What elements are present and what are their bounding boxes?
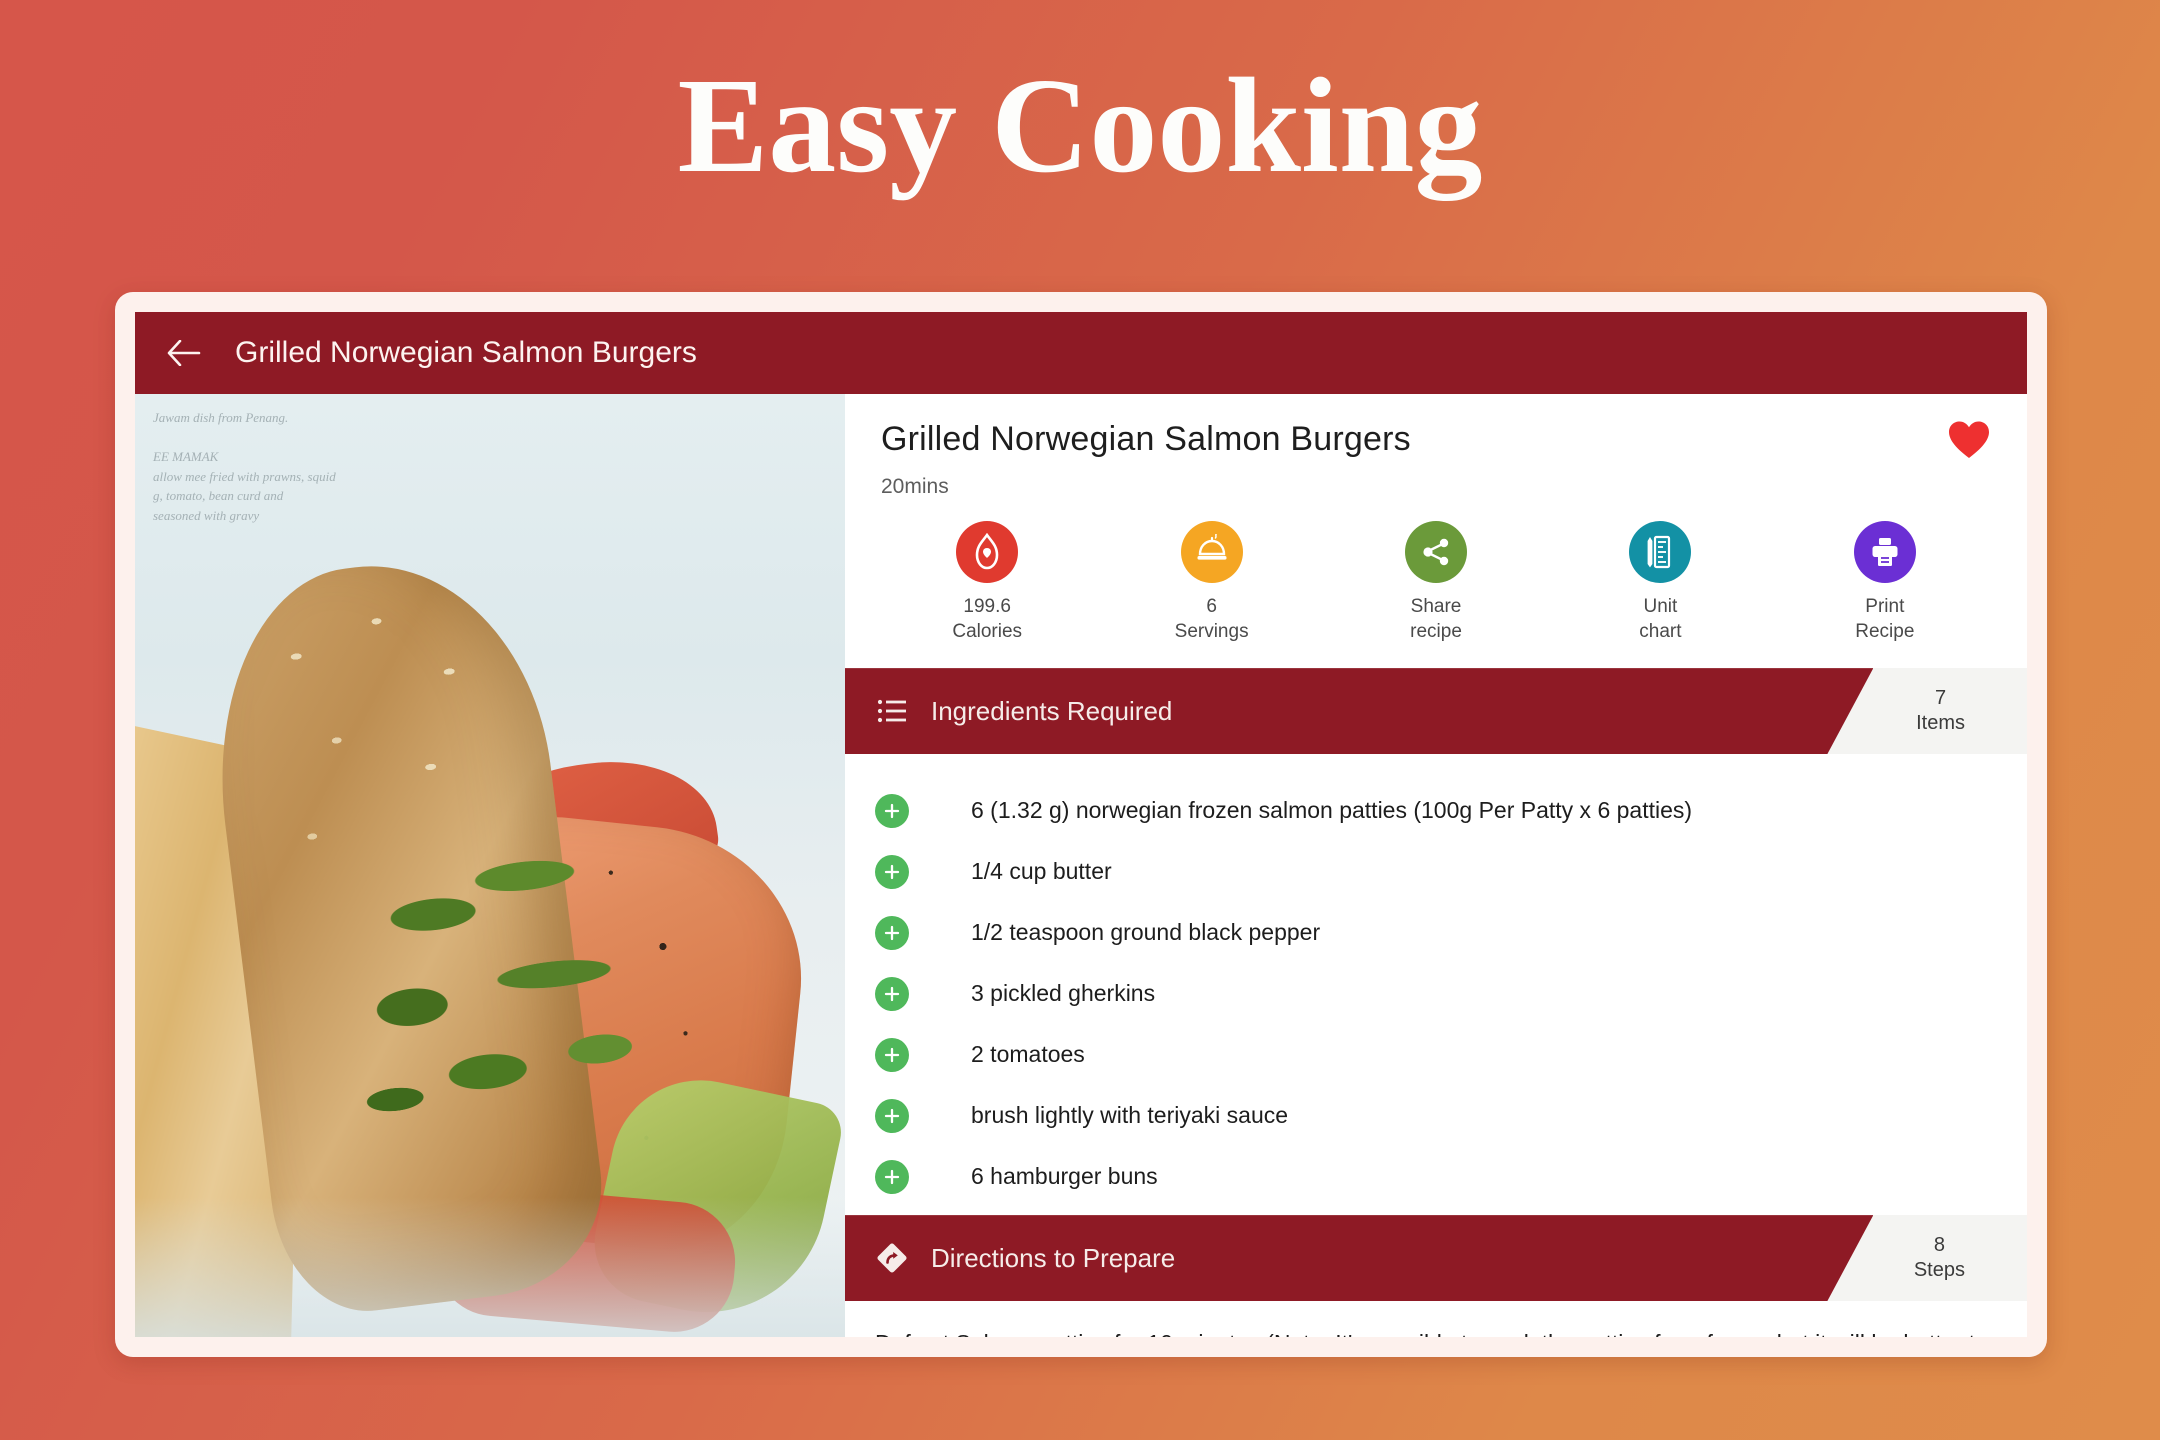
recipe-actions-row: 199.6 Calories 6 Servings Share recipe U… xyxy=(845,499,2027,669)
stat-unit-chart[interactable]: Unit chart xyxy=(1548,521,1772,644)
add-ingredient-button[interactable] xyxy=(875,1098,909,1133)
add-ingredient-button[interactable] xyxy=(875,854,909,889)
content-split: Jawam dish from Penang. EE MAMAK allow m… xyxy=(135,394,2027,1337)
add-ingredient-button[interactable] xyxy=(875,915,909,950)
stat-value: 6 xyxy=(1206,596,1217,617)
recipe-time: 20mins xyxy=(881,475,949,498)
ingredient-text: 1/4 cup butter xyxy=(971,858,1112,885)
heart-icon[interactable] xyxy=(1947,420,1991,464)
stat-label: recipe xyxy=(1410,621,1462,643)
recipe-detail-pane: Grilled Norwegian Salmon Burgers 20mins xyxy=(845,394,2027,1337)
plate-shadow xyxy=(135,1197,845,1337)
recipe-photo: Jawam dish from Penang. EE MAMAK allow m… xyxy=(135,394,845,1337)
arrow-left-icon[interactable] xyxy=(161,330,207,376)
ingredient-text: 6 (1.32 g) norwegian frozen salmon patti… xyxy=(971,797,1693,824)
ingredient-row: 1/4 cup butter xyxy=(875,841,1997,902)
add-ingredient-button[interactable] xyxy=(875,793,909,828)
ingredient-row: 2 tomatoes xyxy=(875,1024,1997,1085)
stat-value: 199.6 xyxy=(963,596,1011,617)
ingredients-count-label: Items xyxy=(1916,712,1965,735)
stat-label: chart xyxy=(1639,621,1682,643)
app-card: Grilled Norwegian Salmon Burgers Jawam d… xyxy=(115,292,2047,1357)
arugula-shape xyxy=(312,815,728,1213)
page-title: Easy Cooking xyxy=(677,51,1483,201)
ingredient-text: brush lightly with teriyaki sauce xyxy=(971,1102,1289,1129)
ingredients-count-number: 7 xyxy=(1934,687,1947,710)
calories-flame-icon xyxy=(956,521,1019,583)
ingredients-count: 7 Items xyxy=(1916,668,1965,754)
app-viewport: Grilled Norwegian Salmon Burgers Jawam d… xyxy=(135,312,2027,1337)
recipe-header: Grilled Norwegian Salmon Burgers 20mins xyxy=(845,394,2027,499)
stat-servings[interactable]: 6 Servings xyxy=(1099,521,1323,644)
ingredients-section-header: Ingredients Required 7 Items xyxy=(845,668,2027,755)
add-ingredient-button[interactable] xyxy=(875,1159,909,1194)
recipe-title: Grilled Norwegian Salmon Burgers xyxy=(881,420,1411,458)
stat-label: Servings xyxy=(1174,621,1249,643)
ingredients-list: 6 (1.32 g) norwegian frozen salmon patti… xyxy=(845,754,2027,1216)
stat-label: Recipe xyxy=(1855,621,1915,643)
directions-count-number: 8 xyxy=(1933,1234,1945,1257)
ingredient-text: 3 pickled gherkins xyxy=(971,980,1156,1007)
stat-label: Calories xyxy=(952,621,1023,643)
ingredient-row: 1/2 teaspoon ground black pepper xyxy=(875,902,1997,963)
band-content: Ingredients Required xyxy=(845,694,1172,728)
directions-arrow-icon xyxy=(875,1241,909,1275)
ingredient-text: 1/2 teaspoon ground black pepper xyxy=(971,919,1321,946)
stat-calories[interactable]: 199.6 Calories xyxy=(875,521,1099,644)
share-icon xyxy=(1405,521,1468,583)
ingredient-row: brush lightly with teriyaki sauce xyxy=(875,1085,1997,1146)
printer-icon xyxy=(1853,521,1916,583)
servings-cloche-icon xyxy=(1180,521,1243,583)
stat-value: Share xyxy=(1410,596,1462,617)
app-bar: Grilled Norwegian Salmon Burgers xyxy=(135,312,2027,394)
directions-section-label: Directions to Prepare xyxy=(931,1242,1176,1273)
photo-overlay-text: Jawam dish from Penang. EE MAMAK allow m… xyxy=(153,410,336,523)
add-ingredient-button[interactable] xyxy=(875,976,909,1011)
ingredient-row: 3 pickled gherkins xyxy=(875,963,1997,1024)
stat-print[interactable]: Print Recipe xyxy=(1773,521,1997,644)
unit-ruler-icon xyxy=(1629,521,1692,583)
directions-count: 8 Steps xyxy=(1914,1215,1965,1301)
add-ingredient-button[interactable] xyxy=(875,1037,909,1072)
stat-value: Print xyxy=(1865,596,1905,617)
band-content: Directions to Prepare xyxy=(845,1241,1175,1275)
direction-step-text: Defrost Salmon patties for 10 minutes (N… xyxy=(875,1327,1997,1337)
directions-list: Defrost Salmon patties for 10 minutes (N… xyxy=(845,1301,2027,1337)
list-icon xyxy=(875,694,909,728)
app-bar-title: Grilled Norwegian Salmon Burgers xyxy=(235,336,697,369)
ingredient-text: 2 tomatoes xyxy=(971,1041,1085,1068)
directions-count-label: Steps xyxy=(1913,1259,1965,1282)
stat-value: Unit xyxy=(1643,596,1678,617)
stat-share[interactable]: Share recipe xyxy=(1324,521,1548,644)
ingredient-row: 6 hamburger buns xyxy=(875,1146,1997,1207)
ingredient-text: 6 hamburger buns xyxy=(971,1163,1158,1190)
directions-section-header: Directions to Prepare 8 Steps xyxy=(845,1215,2027,1302)
ingredients-section-label: Ingredients Required xyxy=(931,695,1173,726)
ingredient-row: 6 (1.32 g) norwegian frozen salmon patti… xyxy=(875,780,1997,841)
